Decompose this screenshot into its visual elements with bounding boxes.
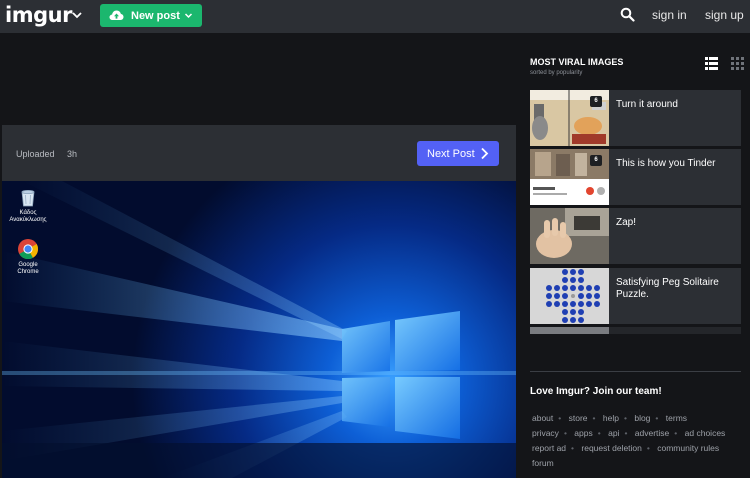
next-post-label: Next Post: [427, 148, 475, 160]
desktop-icon-label-line1: Κάδος: [19, 210, 37, 216]
viral-item[interactable]: Zap!: [530, 208, 741, 264]
chrome-icon: [18, 239, 39, 260]
footer-links-row: about • store • help • blog • terms: [532, 413, 687, 423]
footer-link-community-rules[interactable]: community rules: [657, 443, 719, 453]
search-icon[interactable]: [620, 7, 635, 22]
recycle-bin-icon: [21, 190, 35, 207]
sign-up-link[interactable]: sign up: [705, 8, 744, 22]
footer-separator: •: [674, 428, 678, 438]
sign-in-link[interactable]: sign in: [652, 8, 687, 22]
footer-separator: •: [655, 413, 659, 423]
grid-view-icon[interactable]: [731, 57, 744, 70]
desktop-icon-google-chrome[interactable]: Google Chrome: [5, 238, 51, 276]
windows-desktop-wallpaper: [2, 181, 516, 478]
viral-thumbnail: [530, 208, 609, 264]
cloud-upload-icon: [109, 10, 124, 20]
chevron-down-icon[interactable]: [70, 8, 84, 22]
uploaded-time: 3h: [67, 149, 78, 159]
imgur-logo[interactable]: imgur: [5, 3, 72, 27]
next-post-button[interactable]: Next Post: [417, 141, 499, 166]
most-viral-title: MOST VIRAL IMAGES: [530, 57, 624, 67]
viral-thumbnail: [530, 327, 609, 334]
viral-item-title: Satisfying Peg Solitaire Puzzle.: [616, 277, 719, 300]
most-viral-subtitle[interactable]: sorted by popularity: [530, 70, 582, 76]
viral-thumbnail: [530, 268, 609, 324]
footer-separator: •: [558, 413, 562, 423]
viral-item-title: Zap!: [616, 217, 637, 228]
footer-link-blog[interactable]: blog: [634, 413, 650, 423]
chevron-down-icon: [184, 13, 193, 19]
new-post-label: New post: [131, 10, 180, 22]
viral-item-partial[interactable]: [530, 327, 741, 334]
footer-separator: •: [571, 443, 575, 453]
chevron-right-icon: [481, 147, 489, 160]
viral-thumbnail: 6: [530, 149, 609, 205]
footer-link-request-deletion[interactable]: request deletion: [581, 443, 642, 453]
footer-link-advertise[interactable]: advertise: [635, 428, 670, 438]
footer-link-help[interactable]: help: [603, 413, 619, 423]
footer-link-ad-choices[interactable]: ad choices: [685, 428, 726, 438]
footer-link-store[interactable]: store: [569, 413, 588, 423]
post-header: Uploaded 3h Next Post: [2, 125, 516, 181]
footer-links-row: forum: [532, 458, 554, 468]
desktop-icon-label-line2: Ανακύκλωσης: [9, 217, 47, 223]
footer-links-row: privacy • apps • api • advertise • ad choice…: [532, 428, 725, 438]
new-post-button[interactable]: New post: [100, 4, 202, 27]
footer-link-privacy[interactable]: privacy: [532, 428, 559, 438]
sidebar-divider: [530, 371, 741, 372]
footer-separator: •: [597, 428, 601, 438]
footer-link-api[interactable]: api: [608, 428, 619, 438]
desktop-icon-recycle-bin[interactable]: Κάδος Ανακύκλωσης: [5, 186, 51, 224]
viral-item-title: This is how you Tinder: [616, 158, 716, 169]
footer-separator: •: [563, 428, 567, 438]
footer-link-apps[interactable]: apps: [574, 428, 592, 438]
viral-item[interactable]: Satisfying Peg Solitaire Puzzle.: [530, 268, 741, 324]
image-count-badge: 6: [590, 155, 602, 166]
image-count-badge: 6: [590, 96, 602, 107]
list-view-icon[interactable]: [705, 57, 718, 70]
footer-links-row: report ad • request deletion • community r…: [532, 443, 719, 453]
viral-item[interactable]: 6 Turn it around: [530, 90, 741, 146]
top-navigation-bar: imgur New post sign in sign up: [0, 0, 750, 33]
join-team-heading[interactable]: Love Imgur? Join our team!: [530, 386, 662, 397]
footer-link-forum[interactable]: forum: [532, 458, 554, 468]
desktop-icon-label-line2: Chrome: [17, 269, 39, 275]
uploaded-label: Uploaded: [16, 149, 55, 159]
footer-separator: •: [624, 428, 628, 438]
footer-separator: •: [623, 413, 627, 423]
viral-item-title: Turn it around: [616, 99, 678, 110]
viral-thumbnail: 6: [530, 90, 609, 146]
post-image[interactable]: Κάδος Ανακύκλωσης Google Chrome: [2, 181, 516, 478]
footer-separator: •: [646, 443, 650, 453]
footer-link-terms[interactable]: terms: [666, 413, 687, 423]
footer-link-report-ad[interactable]: report ad: [532, 443, 566, 453]
desktop-icon-label-line1: Google: [18, 262, 38, 268]
footer-link-about[interactable]: about: [532, 413, 553, 423]
viral-item[interactable]: 6 This is how you Tinder: [530, 149, 741, 205]
footer-separator: •: [592, 413, 596, 423]
